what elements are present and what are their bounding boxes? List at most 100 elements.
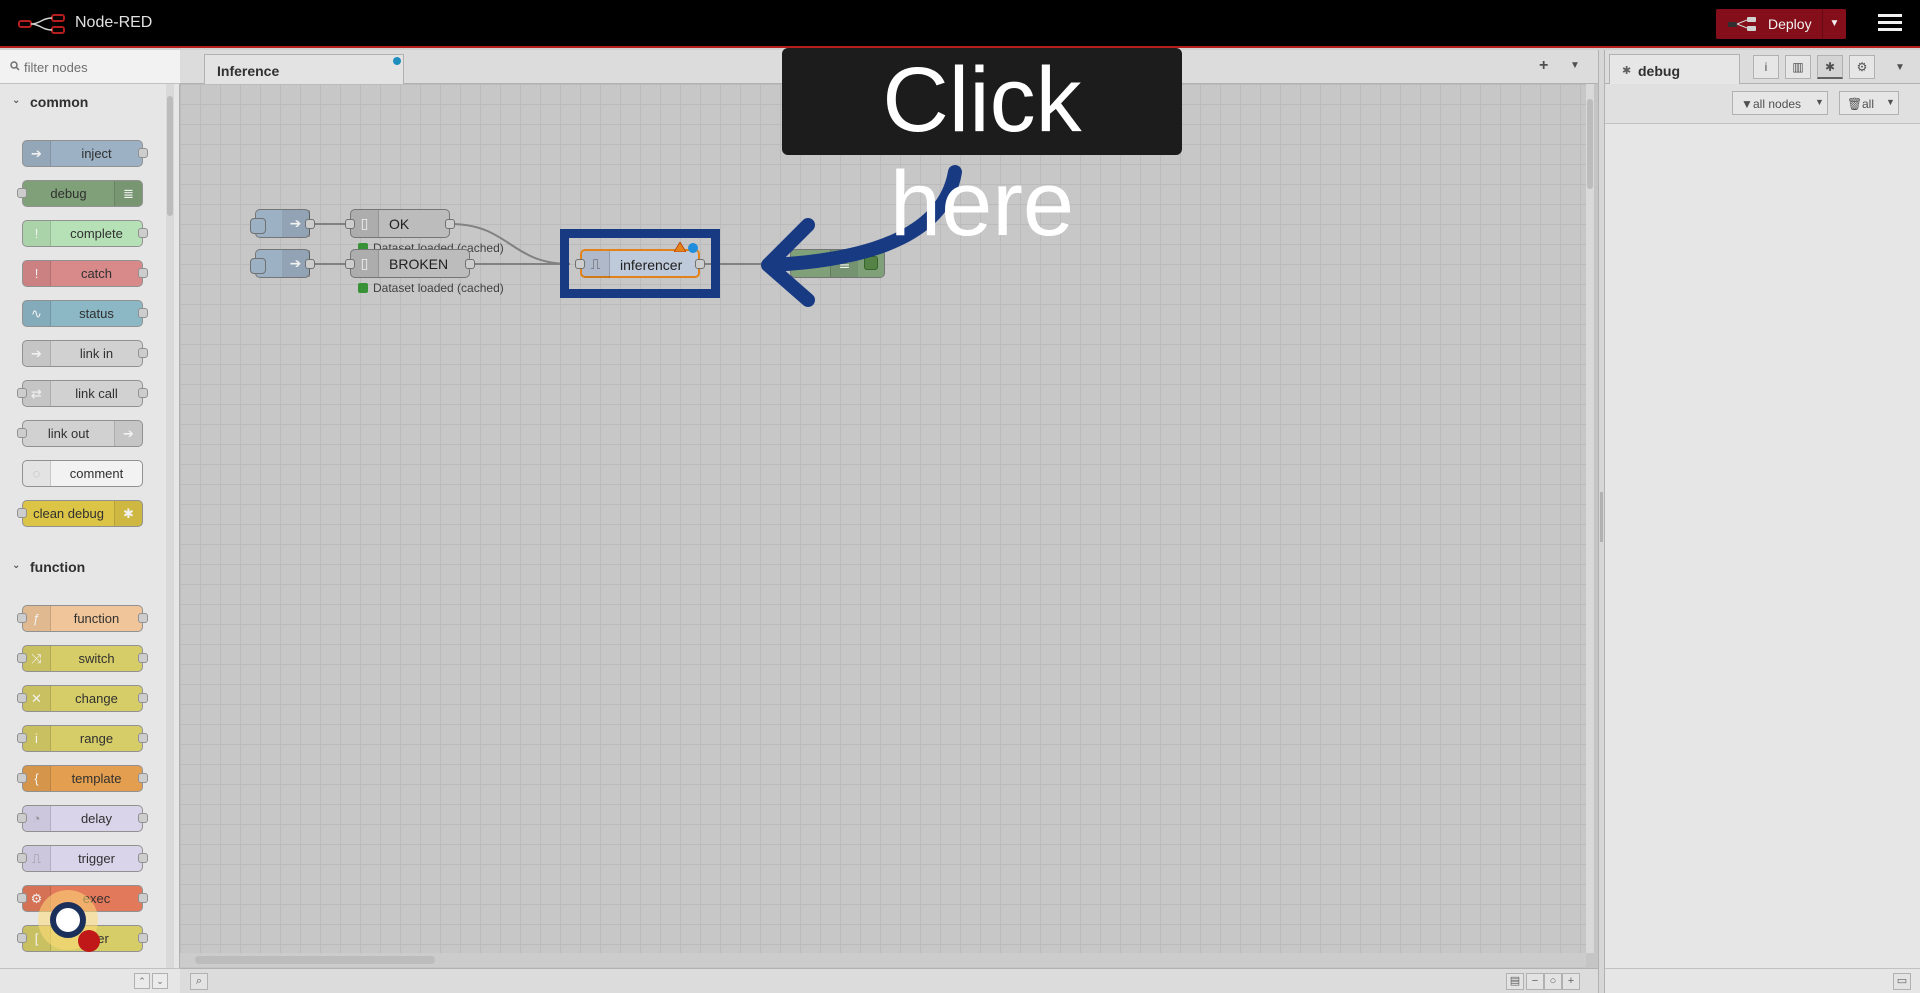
info-icon[interactable]: i (1753, 55, 1779, 79)
main-menu-icon[interactable] (1878, 14, 1902, 34)
output-port (138, 228, 148, 238)
debug-clear-dropdown[interactable]: 🗑 all ▼ (1839, 91, 1899, 115)
search-icon[interactable]: ⌕ (190, 973, 208, 990)
deploy-button[interactable]: Deploy ▼ (1716, 9, 1846, 39)
trash-icon: 🗑 (1847, 97, 1863, 111)
collapse-all-icon[interactable]: ⌃ (134, 973, 150, 989)
input-port (17, 773, 27, 783)
output-port (305, 259, 315, 269)
popout-icon[interactable]: ▭ (1893, 973, 1911, 990)
range-icon: i (23, 726, 51, 751)
palette-node-debug[interactable]: debug ≣ (17, 180, 143, 207)
inject-button[interactable] (250, 258, 266, 274)
tab-inference[interactable]: Inference (204, 54, 404, 85)
palette-node-complete[interactable]: ! complete (22, 220, 148, 247)
output-port (138, 653, 148, 663)
filter-nodes-input[interactable] (24, 57, 174, 77)
palette-node-function[interactable]: ƒ function (17, 605, 148, 632)
palette-node-link-call[interactable]: ⇄ link call (17, 380, 148, 407)
input-port (17, 933, 27, 943)
zoom-in-icon[interactable]: + (1562, 973, 1580, 990)
input-port (17, 893, 27, 903)
chevron-down-icon: ⌄ (12, 95, 21, 106)
output-port (138, 613, 148, 623)
zoom-out-icon[interactable]: − (1526, 973, 1544, 990)
debug-sidebar: ✱ debug i ▥ ✱ ⚙ ▼ ▼ all nodes ▼ 🗑 all ▼ … (1604, 50, 1920, 993)
palette-footer: ⌃ ⌄ (0, 968, 180, 993)
output-port (138, 308, 148, 318)
node-palette: ⌄ common ➔ inject debug ≣ ! complete ! c… (0, 50, 180, 993)
chevron-down-icon[interactable]: ▼ (1570, 60, 1580, 71)
debug-list-icon: ≣ (114, 181, 142, 206)
output-port (138, 813, 148, 823)
output-port (138, 893, 148, 903)
deploy-dropdown-icon[interactable]: ▼ (1822, 9, 1846, 39)
inject-button[interactable] (250, 218, 266, 234)
trigger-icon: ⎍ (23, 846, 51, 871)
exclamation-icon: ! (23, 261, 51, 286)
book-icon[interactable]: ▥ (1785, 55, 1811, 79)
input-port (17, 853, 27, 863)
canvas-h-scrollbar[interactable] (180, 953, 1586, 967)
resize-grip[interactable] (1600, 492, 1603, 542)
sidebar-tabbar: ✱ debug i ▥ ✱ ⚙ ▼ (1605, 50, 1920, 85)
tab-debug[interactable]: ✱ debug (1609, 54, 1740, 85)
file-node-broken[interactable]: ▯ BROKEN (345, 249, 475, 278)
recorder-widget[interactable] (38, 890, 100, 952)
output-port (445, 219, 455, 229)
palette-node-delay[interactable]: ◔ delay (17, 805, 148, 832)
output-port (138, 148, 148, 158)
output-port (138, 348, 148, 358)
chevron-down-icon[interactable]: ▼ (1895, 62, 1905, 73)
palette-scrollbar[interactable] (166, 84, 174, 968)
palette-node-clean-debug[interactable]: clean debug ✱ (17, 500, 143, 527)
input-port (17, 613, 27, 623)
palette-node-switch[interactable]: ⤨ switch (17, 645, 148, 672)
bug-icon: ✱ (1622, 65, 1632, 77)
click-here-tooltip: Click here (782, 48, 1182, 255)
palette-node-status[interactable]: ∿ status (22, 300, 148, 327)
output-port (138, 733, 148, 743)
bug-icon[interactable]: ✱ (1817, 55, 1843, 79)
palette-node-range[interactable]: i range (17, 725, 148, 752)
zoom-reset-icon[interactable]: ○ (1544, 973, 1562, 990)
canvas-v-scroll-thumb[interactable] (1587, 99, 1593, 189)
palette-node-link-in[interactable]: ➔ link in (22, 340, 148, 367)
map-icon[interactable]: ▤ (1506, 973, 1524, 990)
palette-node-template[interactable]: { template (17, 765, 148, 792)
deploy-icon (1728, 17, 1756, 31)
palette-category-function[interactable]: ⌄ function (0, 550, 166, 584)
deploy-label: Deploy (1768, 16, 1812, 32)
canvas-h-scroll-thumb[interactable] (195, 956, 435, 964)
palette-category-common[interactable]: ⌄ common (0, 85, 166, 119)
output-port (138, 388, 148, 398)
inject-node-1[interactable]: ➔ (250, 209, 315, 238)
palette-node-link-out[interactable]: link out ➔ (17, 420, 143, 447)
output-port (138, 853, 148, 863)
debug-filter-dropdown[interactable]: ▼ all nodes ▼ (1732, 91, 1828, 115)
expand-all-icon[interactable]: ⌄ (152, 973, 168, 989)
palette-node-change[interactable]: ✕ change (17, 685, 148, 712)
output-port (138, 933, 148, 943)
link-call-icon: ⇄ (23, 381, 51, 406)
palette-node-catch[interactable]: ! catch (22, 260, 148, 287)
input-port (17, 188, 27, 198)
gear-icon[interactable]: ⚙ (1849, 55, 1875, 79)
chevron-down-icon: ⌄ (12, 560, 21, 571)
palette-scrollbar-thumb[interactable] (167, 96, 173, 216)
add-flow-icon[interactable]: + (1539, 57, 1548, 75)
timer-icon: ◔ (23, 806, 51, 831)
palette-node-inject[interactable]: ➔ inject (22, 140, 148, 167)
input-port (17, 693, 27, 703)
palette-node-comment[interactable]: ◌ comment (22, 460, 143, 487)
link-in-icon: ➔ (23, 341, 51, 366)
bug-icon: ✱ (114, 501, 142, 526)
palette-node-trigger[interactable]: ⎍ trigger (17, 845, 148, 872)
comment-icon: ◌ (23, 461, 51, 486)
function-icon: ƒ (23, 606, 51, 631)
file-node-ok[interactable]: ▯ OK (345, 209, 455, 238)
changed-dot-icon (393, 57, 401, 65)
inject-node-2[interactable]: ➔ (250, 249, 315, 278)
debug-toolbar: ▼ all nodes ▼ 🗑 all ▼ (1605, 84, 1920, 124)
canvas-v-scrollbar[interactable] (1586, 84, 1594, 953)
